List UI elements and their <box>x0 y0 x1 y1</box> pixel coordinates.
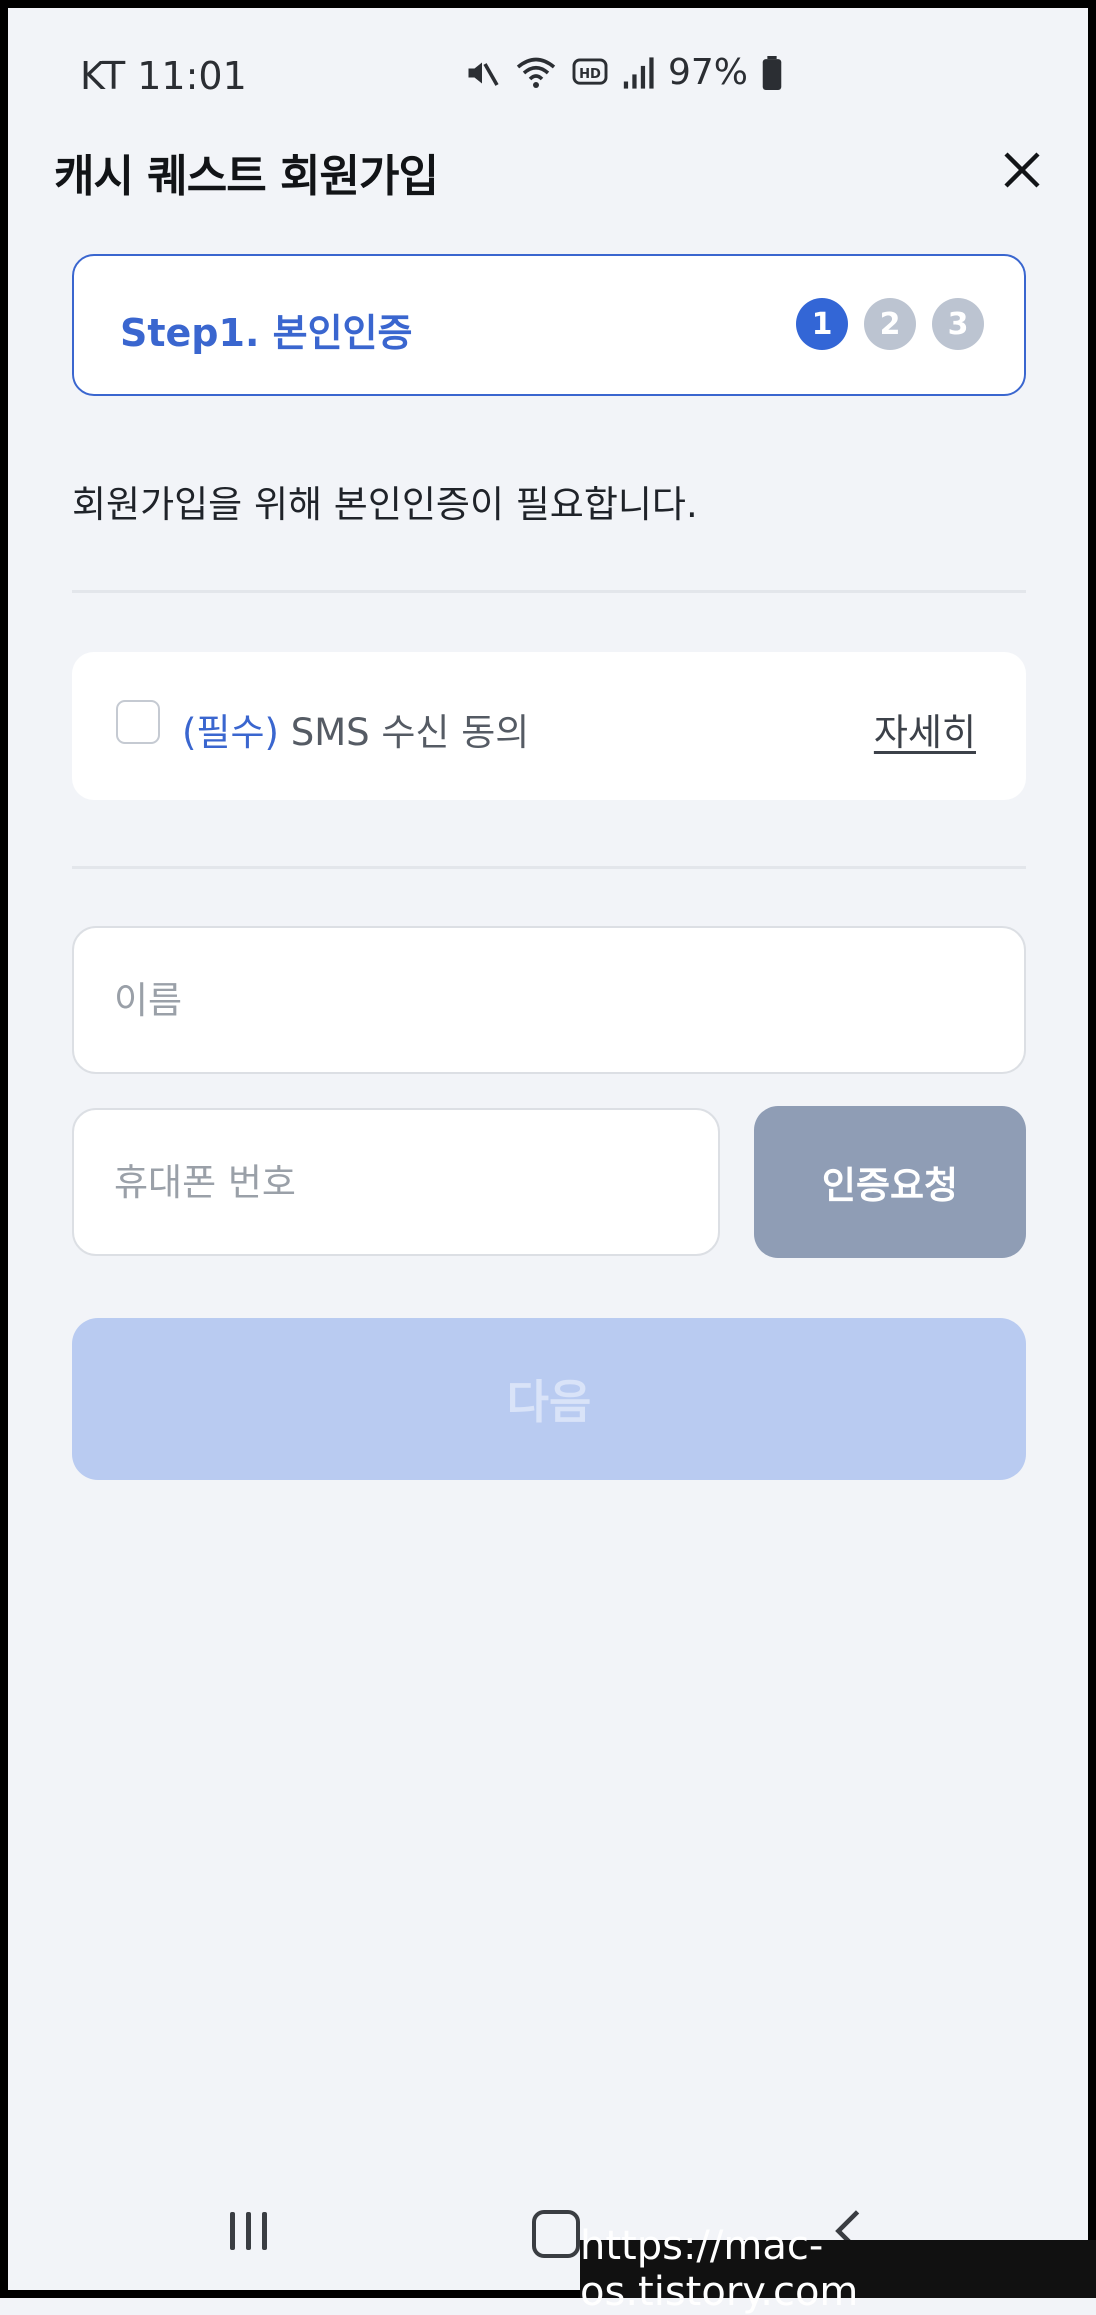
signal-icon <box>623 56 654 89</box>
step-dot-2: 2 <box>864 298 916 350</box>
svg-text:HD: HD <box>579 67 601 82</box>
battery-icon <box>762 55 782 90</box>
mute-icon <box>468 62 499 86</box>
step-dots: 1 2 3 <box>796 298 984 350</box>
sms-consent-label: (필수) SMS 수신 동의 <box>182 702 529 756</box>
close-button[interactable] <box>998 146 1046 194</box>
verify-request-button[interactable]: 인증요청 <box>754 1106 1026 1258</box>
consent-text: SMS 수신 동의 <box>290 711 530 754</box>
battery-percent: 97% <box>668 52 749 93</box>
wifi-icon <box>516 57 556 88</box>
close-icon <box>1004 152 1040 188</box>
next-button[interactable]: 다음 <box>72 1318 1026 1480</box>
recents-icon <box>246 2212 251 2250</box>
phone-input[interactable] <box>72 1108 720 1256</box>
watermark: https://mac-os.tistory.com <box>580 2223 1096 2315</box>
detail-link[interactable]: 자세히 <box>874 702 976 756</box>
page-title: 캐시 퀘스트 회원가입 <box>54 151 439 202</box>
status-icons: HD 97% <box>464 52 782 93</box>
status-carrier-time: KT 11:01 <box>80 54 247 98</box>
divider <box>72 866 1026 869</box>
recents-icon <box>230 2212 235 2250</box>
step-indicator-card: Step1. 본인인증 1 2 3 <box>72 254 1026 396</box>
hd-icon: HD <box>572 57 608 85</box>
step-label: Step1. 본인인증 <box>120 311 413 355</box>
name-input[interactable] <box>72 926 1026 1074</box>
step-dot-1: 1 <box>796 298 848 350</box>
nav-recents-button[interactable] <box>230 2212 267 2250</box>
divider <box>72 590 1026 593</box>
sms-consent-card: (필수) SMS 수신 동의 자세히 <box>72 652 1026 800</box>
description-text: 회원가입을 위해 본인인증이 필요합니다. <box>72 483 698 526</box>
recents-icon <box>262 2212 267 2250</box>
nav-home-button[interactable] <box>532 2210 580 2258</box>
step-dot-3: 3 <box>932 298 984 350</box>
sms-consent-checkbox[interactable] <box>116 700 160 744</box>
required-tag: (필수) <box>182 711 279 754</box>
